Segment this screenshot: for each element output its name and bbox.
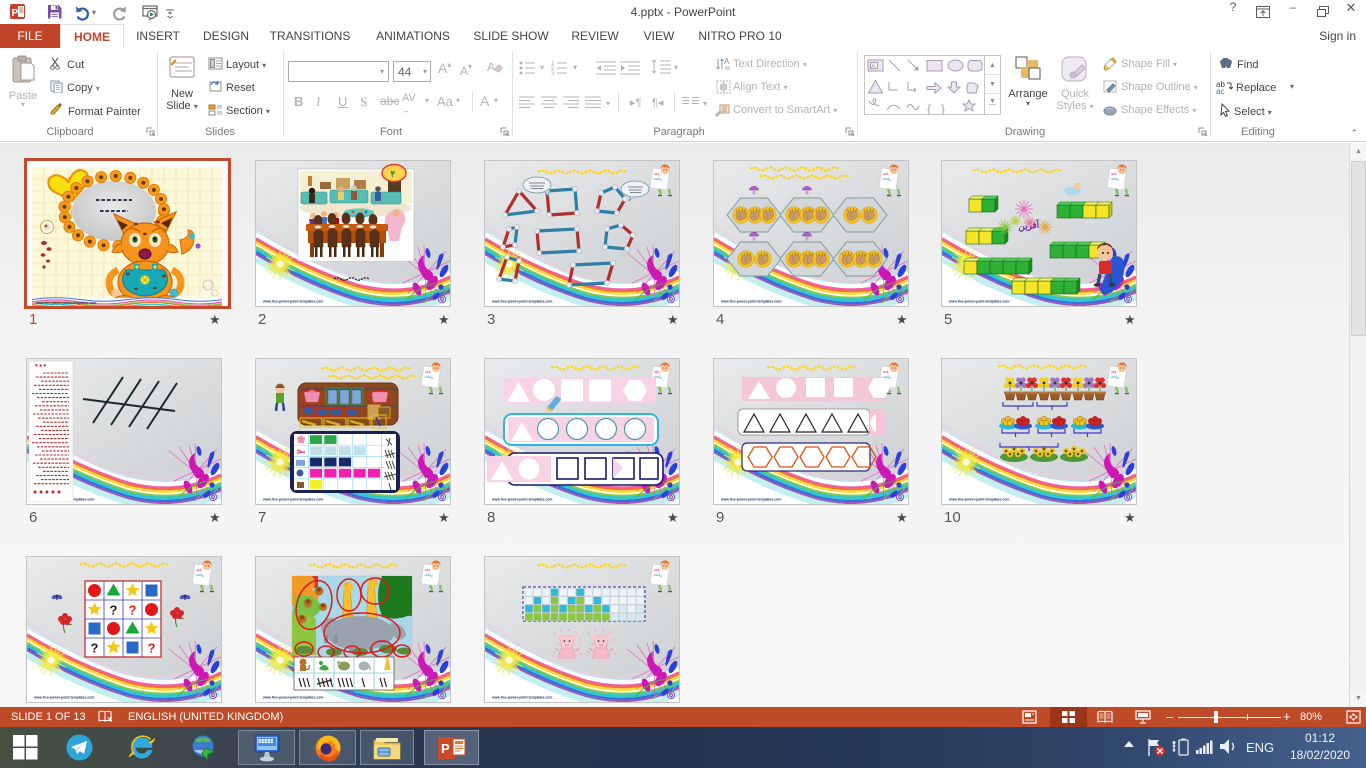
svg-text:?: ? [91,641,99,656]
svg-text:}: } [941,102,945,114]
svg-text:۴: ۴ [391,169,396,179]
svg-text:A: A [871,64,876,71]
svg-text:P: P [441,741,450,756]
svg-text:?: ? [148,641,156,656]
svg-text:♥ ♠ ♥: ♥ ♠ ♥ [35,363,46,369]
svg-text:{: { [927,102,931,114]
svg-text:www.free-power-point-templates: www.free-power-point-templates.com [35,301,96,305]
svg-text:A: A [487,60,495,74]
svg-text:?: ? [129,603,137,618]
svg-text:3: 3 [551,71,555,76]
svg-text:?: ? [110,603,118,618]
svg-text:A: A [724,57,730,66]
svg-text:ac: ac [1216,87,1224,94]
